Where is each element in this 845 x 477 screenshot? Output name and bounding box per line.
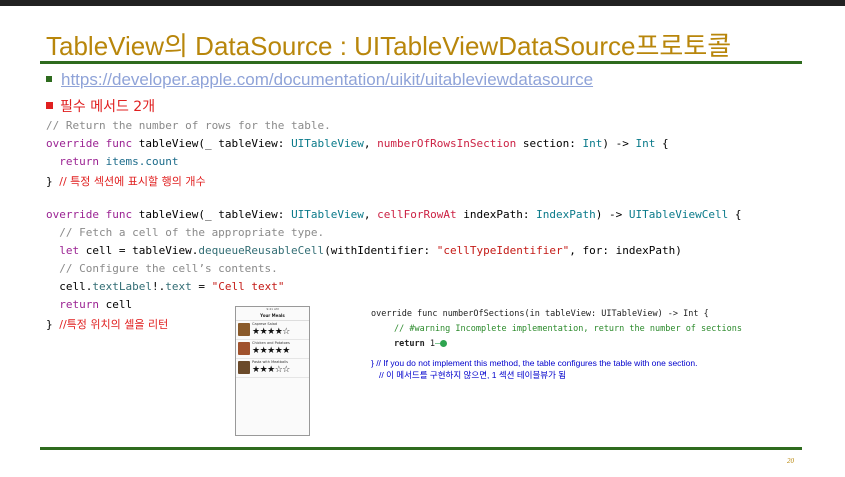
code-text: indexPath: bbox=[456, 208, 537, 221]
code-text: ) -> bbox=[595, 208, 629, 221]
top-bar bbox=[0, 0, 845, 6]
code-line: let cell = tableView.dequeueReusableCell… bbox=[46, 244, 682, 257]
footer-divider bbox=[40, 447, 802, 450]
documentation-link[interactable]: https://developer.apple.com/documentatio… bbox=[61, 70, 593, 89]
code-line: return cell bbox=[46, 298, 132, 311]
code-text: tableView(_ tableView: bbox=[132, 137, 292, 150]
snippet-comment: // #warning Incomplete implementation, r… bbox=[394, 324, 742, 334]
code-property: text bbox=[165, 280, 192, 293]
code-line: // Return the number of rows for the tab… bbox=[46, 119, 331, 132]
code-text: { bbox=[728, 208, 742, 221]
code-type: UITableViewCell bbox=[628, 208, 729, 221]
code-comment: // Fetch a cell of the appropriate type. bbox=[46, 226, 325, 239]
code-comment: // Return the number of rows for the tab… bbox=[46, 119, 331, 132]
code-line: // Fetch a cell of the appropriate type. bbox=[46, 226, 324, 239]
code-line: } // 특정 섹션에 표시할 행의 개수 bbox=[46, 173, 206, 189]
code-text: section: bbox=[516, 137, 583, 150]
phone-screenshot: 9:41 AM Your Meals Caprese Salad ★★★★☆ C… bbox=[235, 306, 310, 436]
page-number: 20 bbox=[787, 457, 794, 465]
code-text: 1 bbox=[424, 339, 435, 349]
code-argument: numberOfRowsInSection bbox=[377, 137, 517, 150]
link-bullet: https://developer.apple.com/documentatio… bbox=[46, 70, 593, 90]
table-row: Caprese Salad ★★★★☆ bbox=[236, 321, 309, 340]
code-text: ) -> bbox=[602, 137, 636, 150]
code-line: override func tableView(_ tableView: UIT… bbox=[46, 208, 741, 221]
code-type: UITableView bbox=[291, 137, 364, 150]
code-text: !. bbox=[151, 280, 166, 293]
code-keyword: return bbox=[59, 155, 99, 168]
code-keyword: override bbox=[46, 208, 99, 221]
code-type: IndexPath bbox=[536, 208, 596, 221]
code-type: UITableView bbox=[291, 208, 364, 221]
code-text: } bbox=[46, 175, 60, 188]
code-line: } //특정 위치의 셀을 리턴 bbox=[46, 316, 168, 332]
title-divider bbox=[40, 61, 802, 64]
code-text: items.count bbox=[99, 155, 179, 168]
code-text: cell bbox=[99, 298, 133, 311]
code-line: cell.textLabel!.text = "Cell text" bbox=[46, 280, 284, 293]
code-type: Int bbox=[582, 137, 603, 150]
snippet-note-korean: // 이 메서드를 구현하지 않으면, 1 섹션 테이블뷰가 됨 bbox=[379, 370, 567, 380]
code-text: { bbox=[655, 137, 669, 150]
meal-photo bbox=[238, 361, 250, 374]
rating-stars: ★★★★★ bbox=[252, 346, 290, 356]
code-keyword: override bbox=[46, 137, 99, 150]
code-text: (withIdentifier: bbox=[324, 244, 437, 257]
code-line: override func tableView(_ tableView: UIT… bbox=[46, 137, 669, 150]
slide-title: TableView의 DataSource : UITableViewDataS… bbox=[46, 31, 732, 61]
code-argument: cellForRowAt bbox=[377, 208, 457, 221]
code-line: return items.count bbox=[46, 155, 178, 168]
bullet-square-icon bbox=[46, 102, 53, 109]
code-line: // Configure the cell’s contents. bbox=[46, 262, 278, 275]
meal-photo bbox=[238, 323, 250, 336]
code-text: , for: indexPath) bbox=[569, 244, 682, 257]
code-text: , bbox=[363, 208, 378, 221]
snippet-signature: override func numberOfSections(in tableV… bbox=[371, 309, 709, 319]
meal-name: Pasta with Meatballs bbox=[252, 360, 288, 364]
rating-stars: ★★★☆☆ bbox=[252, 365, 290, 375]
snippet-return-line: return 1— bbox=[394, 339, 448, 349]
code-keyword: func bbox=[105, 137, 133, 150]
code-text: } bbox=[46, 318, 60, 331]
code-comment: // Configure the cell’s contents. bbox=[46, 262, 278, 275]
required-methods-heading: 필수 메서드 2개 bbox=[60, 99, 156, 115]
phone-nav-title: Your Meals bbox=[236, 312, 309, 321]
code-keyword: func bbox=[105, 208, 133, 221]
code-type: Int bbox=[635, 137, 656, 150]
code-snippet-box: override func numberOfSections(in tableV… bbox=[368, 307, 760, 383]
code-string: "Cell text" bbox=[211, 280, 285, 293]
korean-comment: //특정 위치의 셀을 리턴 bbox=[59, 318, 169, 331]
required-methods-bullet: 필수 메서드 2개 bbox=[46, 96, 155, 116]
rating-stars: ★★★★☆ bbox=[252, 327, 290, 337]
code-keyword: return bbox=[394, 339, 425, 349]
bullet-square-icon bbox=[46, 76, 52, 82]
code-function: dequeueReusableCell bbox=[198, 244, 325, 257]
meal-photo bbox=[238, 342, 250, 355]
table-row: Pasta with Meatballs ★★★☆☆ bbox=[236, 359, 309, 378]
code-text: = bbox=[191, 280, 212, 293]
code-property: textLabel bbox=[92, 280, 152, 293]
code-keyword: let bbox=[59, 244, 80, 257]
snippet-note-english: } // If you do not implement this method… bbox=[371, 358, 698, 368]
breakpoint-badge-icon bbox=[440, 340, 448, 347]
meal-name: Caprese Salad bbox=[252, 322, 278, 326]
meal-name: Chicken and Potatoes bbox=[252, 341, 290, 345]
code-text: , bbox=[363, 137, 378, 150]
table-row: Chicken and Potatoes ★★★★★ bbox=[236, 340, 309, 359]
korean-comment: // 특정 섹션에 표시할 행의 개수 bbox=[59, 175, 206, 188]
code-text: cell. bbox=[59, 280, 93, 293]
code-text: tableView(_ tableView: bbox=[132, 208, 292, 221]
code-string: "cellTypeIdentifier" bbox=[436, 244, 570, 257]
code-text: cell = tableView. bbox=[79, 244, 199, 257]
code-keyword: return bbox=[59, 298, 99, 311]
